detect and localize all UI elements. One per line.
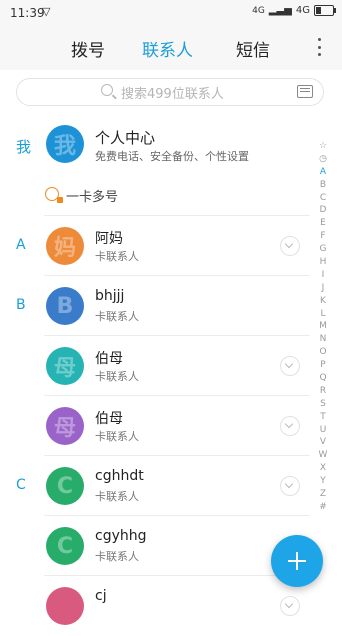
network-type: 4G bbox=[295, 5, 310, 16]
expand-chevron-icon[interactable] bbox=[280, 236, 300, 256]
index-letter[interactable]: J bbox=[322, 282, 325, 295]
index-letter[interactable]: I bbox=[322, 269, 325, 282]
tab-sms[interactable]: 短信 bbox=[236, 36, 270, 61]
contact-subtitle: 卡联系人 bbox=[95, 310, 139, 323]
contact-name: 伯母 bbox=[95, 351, 123, 367]
index-letter[interactable]: G bbox=[320, 243, 327, 256]
index-letter[interactable]: M bbox=[319, 320, 327, 333]
contact-avatar[interactable]: 妈 bbox=[46, 227, 84, 265]
contact-subtitle: 卡联系人 bbox=[95, 430, 139, 443]
index-letter[interactable]: A bbox=[320, 166, 326, 179]
index-letter[interactable]: U bbox=[320, 424, 327, 437]
index-letter[interactable]: C bbox=[320, 192, 326, 205]
index-letter[interactable]: Z bbox=[320, 488, 326, 501]
search-icon bbox=[101, 84, 113, 96]
add-contact-button[interactable] bbox=[271, 535, 323, 587]
index-letter[interactable]: D bbox=[320, 204, 327, 217]
index-letter[interactable]: B bbox=[320, 179, 326, 192]
contact-name: cj bbox=[95, 588, 107, 604]
section-letter-me: 我 bbox=[16, 138, 32, 156]
section-letter: C bbox=[16, 477, 26, 493]
dual-sim-label[interactable]: 一卡多号 bbox=[66, 186, 118, 205]
contact-name: 阿妈 bbox=[95, 231, 123, 247]
status-time: 11:39 bbox=[10, 6, 45, 20]
battery-icon bbox=[314, 5, 336, 16]
index-letter[interactable]: W bbox=[319, 449, 328, 462]
index-letter[interactable]: K bbox=[320, 295, 326, 308]
tab-dial[interactable]: 拨号 bbox=[71, 36, 105, 61]
contact-subtitle: 卡联系人 bbox=[95, 250, 139, 263]
more-options-icon[interactable] bbox=[316, 38, 322, 56]
expand-chevron-icon[interactable] bbox=[280, 416, 300, 436]
contact-row[interactable]: C Ccghhdt 卡联系人 bbox=[0, 456, 342, 516]
index-letter[interactable]: L bbox=[320, 308, 325, 321]
contact-subtitle: 卡联系人 bbox=[95, 370, 139, 383]
signal-icon: 4G bbox=[252, 5, 265, 16]
index-letter[interactable]: P bbox=[320, 359, 325, 372]
index-letter[interactable]: ◷ bbox=[319, 153, 327, 166]
me-avatar[interactable]: 我 bbox=[46, 125, 84, 163]
contact-name: cghhdt bbox=[95, 468, 144, 484]
contact-name: bhjjj bbox=[95, 288, 125, 304]
contact-row[interactable]: 母伯母卡联系人 bbox=[0, 336, 342, 396]
status-right: 4G ▂▃▅ 4G bbox=[252, 5, 336, 16]
index-letter[interactable]: R bbox=[320, 385, 326, 398]
index-letter[interactable]: O bbox=[319, 346, 326, 359]
index-letter[interactable]: T bbox=[320, 411, 326, 424]
top-tab-bar: 拨号 联系人 短信 bbox=[0, 26, 342, 70]
contact-subtitle: 卡联系人 bbox=[95, 490, 139, 503]
index-letter[interactable]: E bbox=[320, 217, 326, 230]
expand-chevron-icon[interactable] bbox=[280, 596, 300, 616]
expand-chevron-icon[interactable] bbox=[280, 476, 300, 496]
contact-name: 伯母 bbox=[95, 411, 123, 427]
personal-center-title[interactable]: 个人中心 bbox=[95, 127, 155, 148]
contact-avatar[interactable] bbox=[46, 587, 84, 625]
expand-chevron-icon[interactable] bbox=[280, 356, 300, 376]
contact-avatar[interactable]: C bbox=[46, 527, 84, 565]
keyboard-icon[interactable] bbox=[297, 85, 313, 98]
contact-row[interactable]: A 妈阿妈卡联系人 bbox=[0, 216, 342, 276]
index-letter[interactable]: F bbox=[320, 230, 325, 243]
search-bar[interactable]: 搜索499位联系人 bbox=[16, 78, 324, 106]
search-placeholder: 搜索499位联系人 bbox=[121, 87, 224, 102]
contact-avatar[interactable]: 母 bbox=[46, 347, 84, 385]
index-letter[interactable]: Y bbox=[320, 475, 326, 488]
index-letter[interactable]: N bbox=[320, 333, 327, 346]
contact-avatar[interactable]: 母 bbox=[46, 407, 84, 445]
alphabet-index-bar[interactable]: ☆ ◷ A B C D E F G H I J K L M N O P Q R S T U V W X Y Z # bbox=[316, 140, 330, 514]
section-letter: B bbox=[16, 297, 26, 313]
personal-center-subtitle: 免费电话、安全备份、个性设置 bbox=[95, 150, 249, 163]
contact-subtitle: 卡联系人 bbox=[95, 550, 139, 563]
index-letter[interactable]: Q bbox=[319, 372, 326, 385]
avatar-char: 我 bbox=[53, 134, 76, 159]
index-letter[interactable]: # bbox=[319, 501, 327, 514]
index-letter[interactable]: X bbox=[320, 462, 326, 475]
contact-avatar[interactable]: C bbox=[46, 467, 84, 505]
index-letter[interactable]: ☆ bbox=[319, 140, 327, 153]
contact-row[interactable]: 母伯母卡联系人 bbox=[0, 396, 342, 456]
status-bar: 11:39 ▽ 4G ▂▃▅ 4G bbox=[0, 0, 342, 26]
index-letter[interactable]: S bbox=[320, 398, 326, 411]
dual-sim-icon bbox=[45, 187, 63, 203]
index-letter[interactable]: H bbox=[320, 256, 327, 269]
contact-name: cgyhhg bbox=[95, 528, 147, 544]
signal-bars-icon: ▂▃▅ bbox=[268, 5, 292, 16]
contact-row[interactable]: B Bbhjjj 卡联系人 bbox=[0, 276, 342, 336]
index-letter[interactable]: V bbox=[320, 436, 326, 449]
contact-avatar[interactable]: B bbox=[46, 287, 84, 325]
wifi-icon: ▽ bbox=[42, 5, 51, 18]
section-letter: A bbox=[16, 237, 26, 253]
tab-contacts[interactable]: 联系人 bbox=[142, 36, 193, 61]
